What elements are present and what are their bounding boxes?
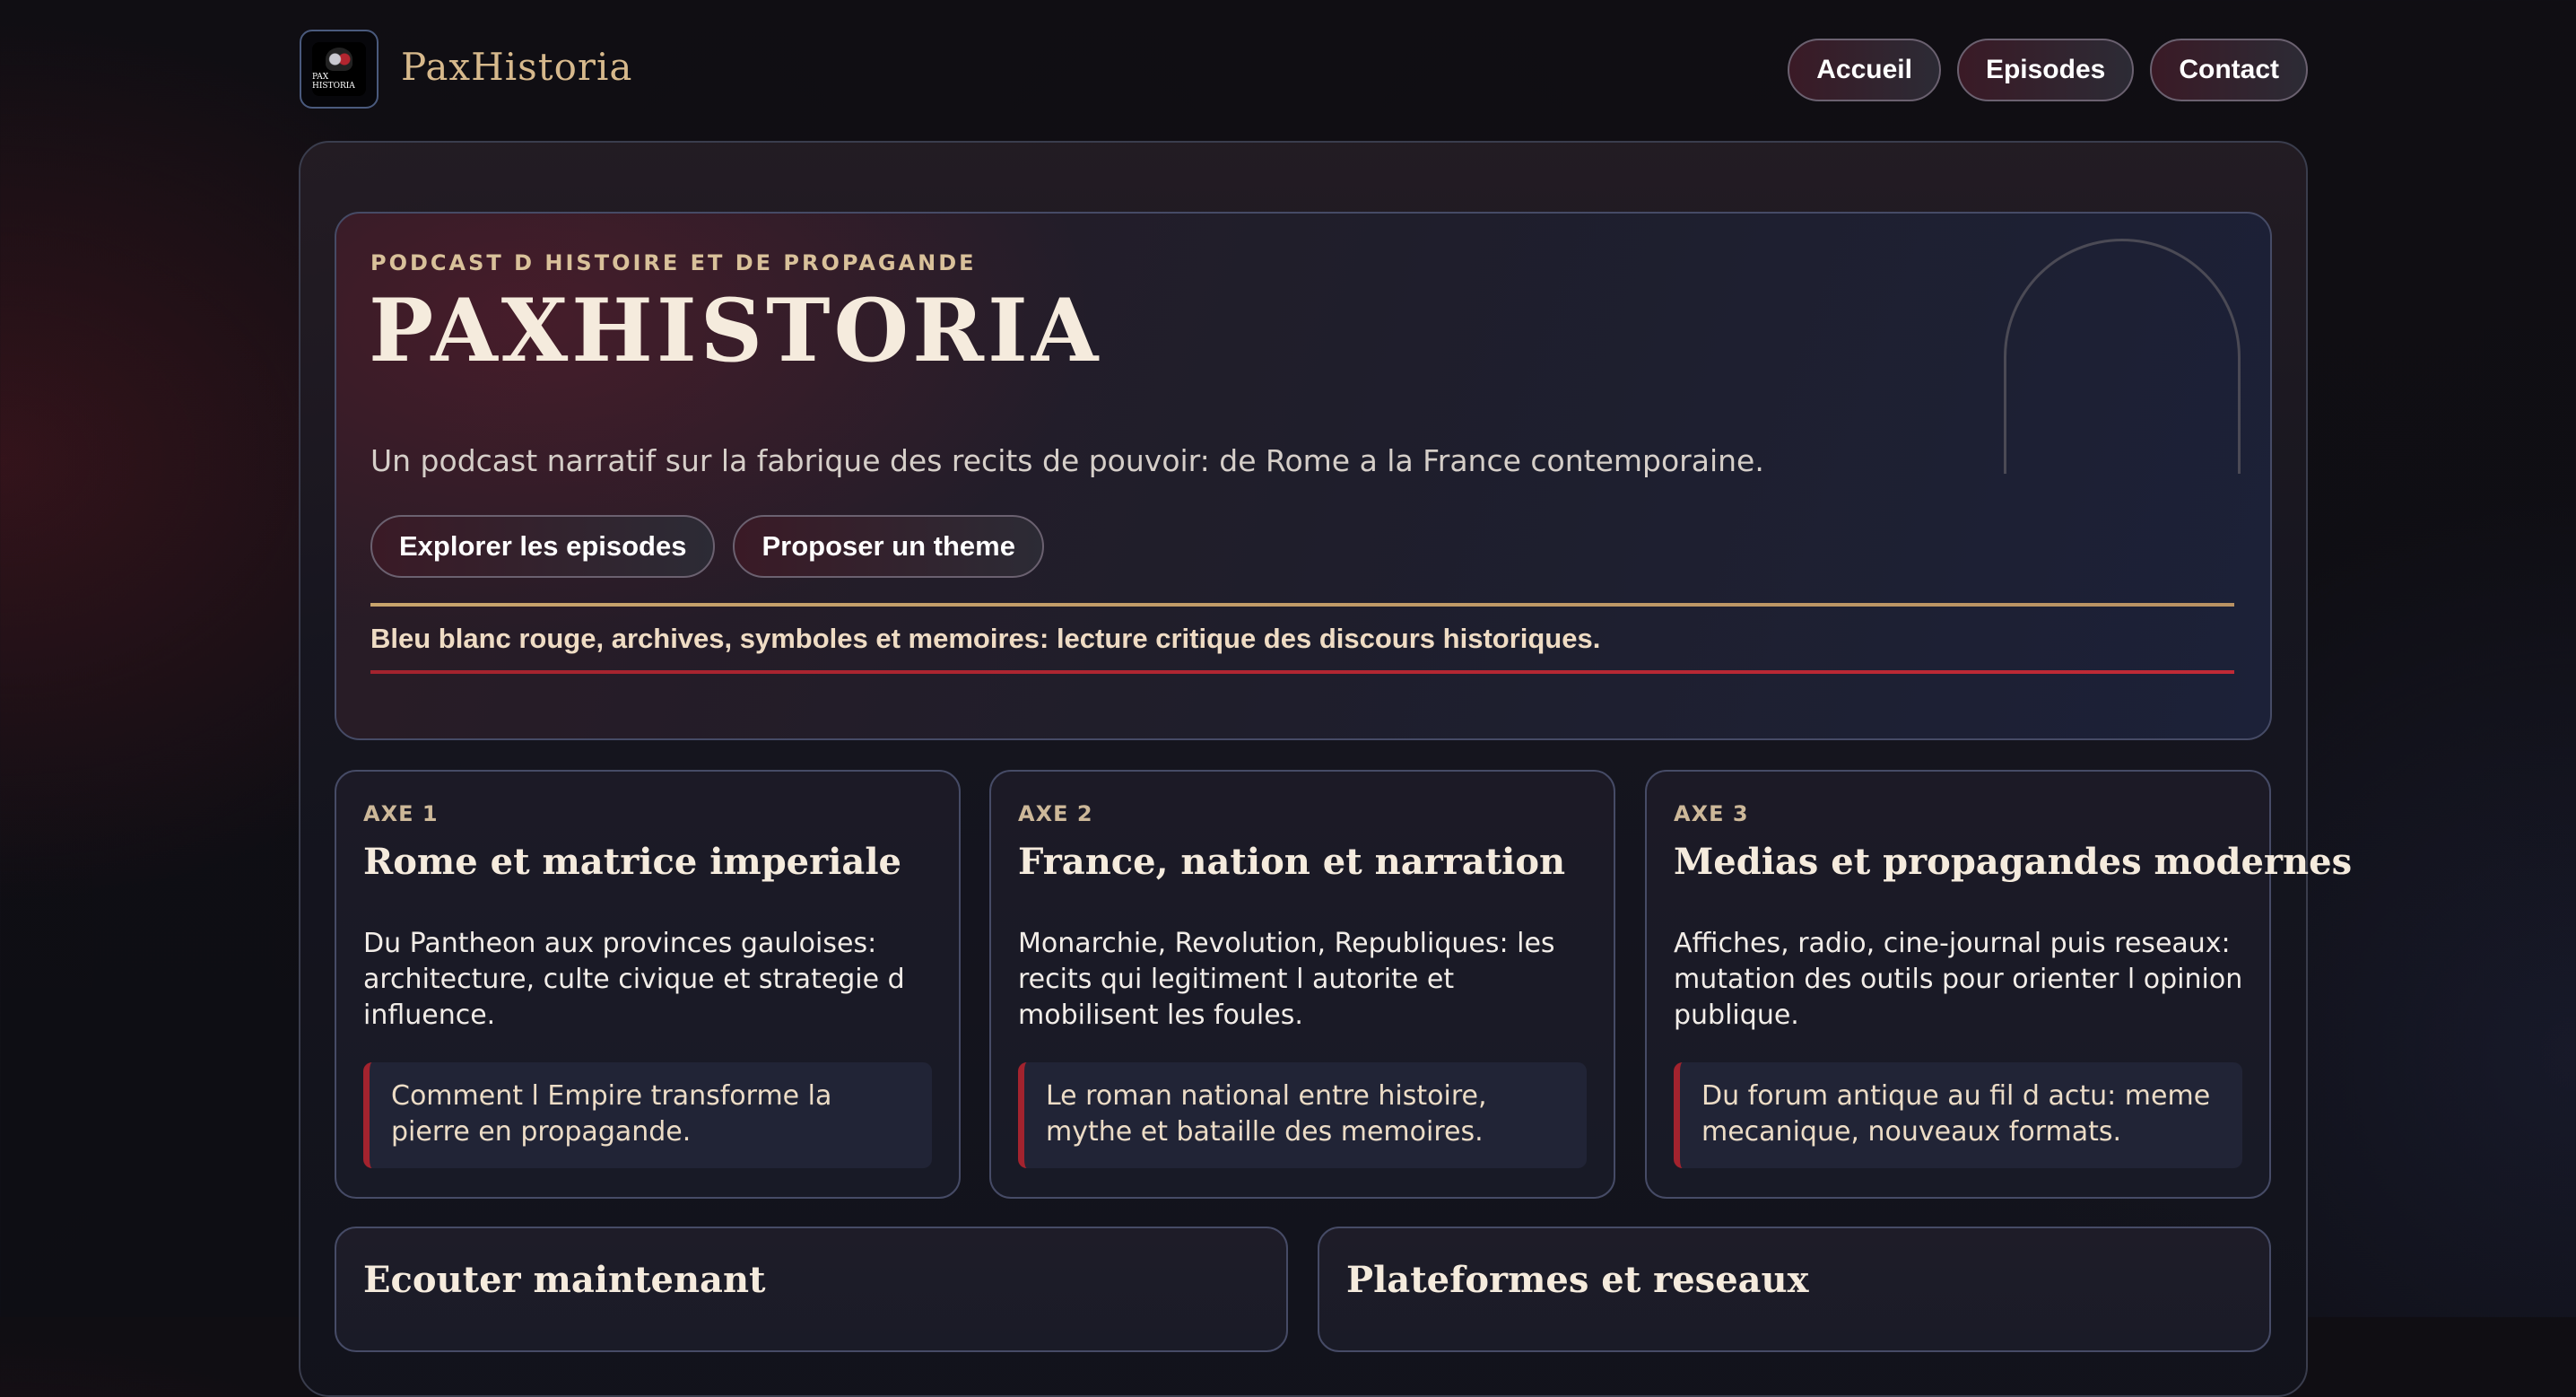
axis-description: Affiches, radio, cine-journal puis resea… — [1674, 928, 2243, 1031]
nav-accueil[interactable]: Accueil — [1788, 39, 1941, 101]
logo-emblem: PAX HISTORIA — [312, 42, 366, 96]
axis-title: Medias et propagandes modernes — [1674, 841, 2353, 883]
red-divider — [370, 670, 2234, 674]
platforms-title: Plateformes et reseaux — [1346, 1259, 1809, 1301]
axis-title: France, nation et narration — [1018, 841, 1566, 883]
axis-card-2: AXE 2 France, nation et narration Monarc… — [989, 770, 1615, 1199]
axis-description: Du Pantheon aux provinces gauloises: arc… — [363, 928, 905, 1031]
axis-card-3: AXE 3 Medias et propagandes modernes Aff… — [1645, 770, 2352, 1199]
propose-theme-button[interactable]: Proposer un theme — [733, 515, 1044, 578]
helmet-icon — [326, 48, 352, 71]
arch-decoration — [2004, 239, 2241, 474]
hero-kicker: PODCAST D HISTOIRE ET DE PROPAGANDE — [370, 250, 977, 275]
logo[interactable]: PAX HISTORIA — [300, 30, 379, 109]
nav-episodes[interactable]: Episodes — [1956, 39, 2135, 101]
hero-tagline: Bleu blanc rouge, archives, symboles et … — [370, 623, 1601, 654]
listen-now-title: Ecouter maintenant — [363, 1259, 766, 1301]
axis-label: AXE 1 — [363, 801, 439, 826]
brand-name[interactable]: PaxHistoria — [401, 45, 632, 89]
axis-description: Monarchie, Revolution, Republiques: les … — [1018, 928, 1555, 1031]
explore-episodes-button[interactable]: Explorer les episodes — [370, 515, 716, 578]
axis-quote: Le roman national entre histoire, mythe … — [1018, 1062, 1587, 1168]
main-nav: Accueil Episodes Contact — [1788, 39, 2308, 101]
axis-title: Rome et matrice imperiale — [363, 841, 901, 883]
axis-label: AXE 3 — [1674, 801, 1749, 826]
listen-now-card: Ecouter maintenant — [335, 1227, 1288, 1352]
hero-actions: Explorer les episodes Proposer un theme — [370, 515, 1044, 578]
axis-quote: Comment l Empire transforme la pierre en… — [363, 1062, 932, 1168]
logo-text: PAX HISTORIA — [312, 73, 355, 91]
gold-divider — [370, 603, 2234, 607]
axis-label: AXE 2 — [1018, 801, 1093, 826]
axis-card-1: AXE 1 Rome et matrice imperiale Du Panth… — [335, 770, 961, 1199]
nav-contact[interactable]: Contact — [2150, 39, 2308, 101]
hero-title: PAXHISTORIA — [369, 280, 1102, 381]
hero-subtitle: Un podcast narratif sur la fabrique des … — [370, 443, 1764, 478]
platforms-card: Plateformes et reseaux — [1318, 1227, 2271, 1352]
axis-quote: Du forum antique au fil d actu: meme mec… — [1674, 1062, 2242, 1168]
